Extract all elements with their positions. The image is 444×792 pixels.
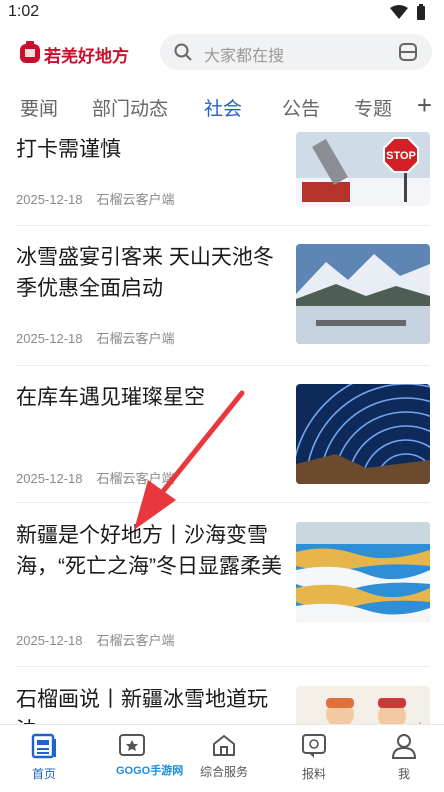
news-source: 石榴云客户端 [96,331,175,346]
news-thumbnail [296,522,430,622]
news-date: 2025-12-18 [16,633,83,648]
nav-label: 综合服务 [199,765,248,779]
news-feed[interactable]: 打卡需谨慎 2025-12-18 石榴云客户端 STOP 冰雪盛宴引客来 天山天池… [0,132,444,724]
nav-services[interactable]: 综合服务 [180,733,268,780]
news-title: 冰雪盛宴引客来 天山天池冬季优惠全面启动 [16,246,274,300]
nav-label: 首页 [31,767,56,781]
battery-icon [417,4,425,20]
news-title: 新疆是个好地方丨沙海变雪海，“死亡之海”冬日显露柔美 [16,524,282,578]
add-tab-icon[interactable]: + [417,90,432,121]
news-meta: 2025-12-18 石榴云客户端 [16,328,175,347]
home-doc-icon [31,733,56,759]
status-time: 1:02 [8,3,40,20]
news-thumbnail [296,384,430,484]
news-item[interactable]: 打卡需谨慎 2025-12-18 石榴云客户端 STOP [16,132,430,226]
news-item[interactable]: 在库车遇见璀璨星空 2025-12-18 石榴云客户端 [16,382,430,500]
news-source: 石榴云客户端 [96,192,175,207]
nav-label: 我 [397,767,410,781]
news-item[interactable]: 石榴画说丨新疆冰雪地道玩法 [16,684,430,724]
news-title: 打卡需谨慎 [16,138,121,161]
nav-report[interactable]: 报料 [270,733,358,782]
divider [16,225,430,226]
channel-tabs: 要闻 部门动态 社会 公告 专题 + [0,88,444,126]
nav-video[interactable] [88,733,176,763]
video-card-icon [119,734,145,756]
stop-sign-text: STOP [386,150,416,162]
divider [16,502,430,503]
chat-at-icon [302,734,326,758]
news-meta: 2025-12-18 石榴云客户端 [16,630,175,649]
tab-society[interactable]: 社会 [204,94,242,121]
divider [16,365,430,366]
tab-yaowen[interactable]: 要闻 [20,94,58,121]
tab-special[interactable]: 专题 [354,94,392,121]
bottom-nav: 首页 综合服务 报料 我 [0,724,444,792]
user-icon [391,734,417,759]
scan-icon[interactable] [398,42,418,62]
news-date: 2025-12-18 [16,471,83,486]
pomegranate-logo-icon [20,41,40,63]
nav-home[interactable]: 首页 [0,733,88,782]
nav-label: 报料 [301,767,326,781]
search-placeholder: 大家都在搜 [204,48,285,65]
news-thumbnail: STOP [296,132,430,206]
news-meta: 2025-12-18 石榴云客户端 [16,468,175,487]
nav-me[interactable]: 我 [360,733,444,782]
tab-department-news[interactable]: 部门动态 [92,94,168,121]
news-item[interactable]: 新疆是个好地方丨沙海变雪海，“死亡之海”冬日显露柔美 2025-12-18 石榴云… [16,520,430,668]
news-source: 石榴云客户端 [96,471,175,486]
wifi-icon [390,5,408,19]
status-icons [390,4,426,20]
news-date: 2025-12-18 [16,331,83,346]
house-icon [213,735,235,756]
news-date: 2025-12-18 [16,192,83,207]
watermark: GOGO手游网 [116,765,184,777]
news-thumbnail [296,244,430,344]
news-source: 石榴云客户端 [96,633,175,648]
divider [16,666,430,667]
app-name: 若羌好地方 [44,47,129,66]
status-bar: 1:02 [0,0,444,24]
tab-announcement[interactable]: 公告 [282,94,320,121]
news-thumbnail [296,686,430,724]
app-header: 若羌好地方 大家都在搜 [0,28,444,76]
news-title: 石榴画说丨新疆冰雪地道玩法 [16,688,268,724]
news-item[interactable]: 冰雪盛宴引客来 天山天池冬季优惠全面启动 2025-12-18 石榴云客户端 [16,242,430,360]
news-title: 在库车遇见璀璨星空 [16,386,205,409]
news-meta: 2025-12-18 石榴云客户端 [16,189,175,208]
search-icon [174,43,192,61]
search-bar[interactable]: 大家都在搜 [160,34,432,70]
